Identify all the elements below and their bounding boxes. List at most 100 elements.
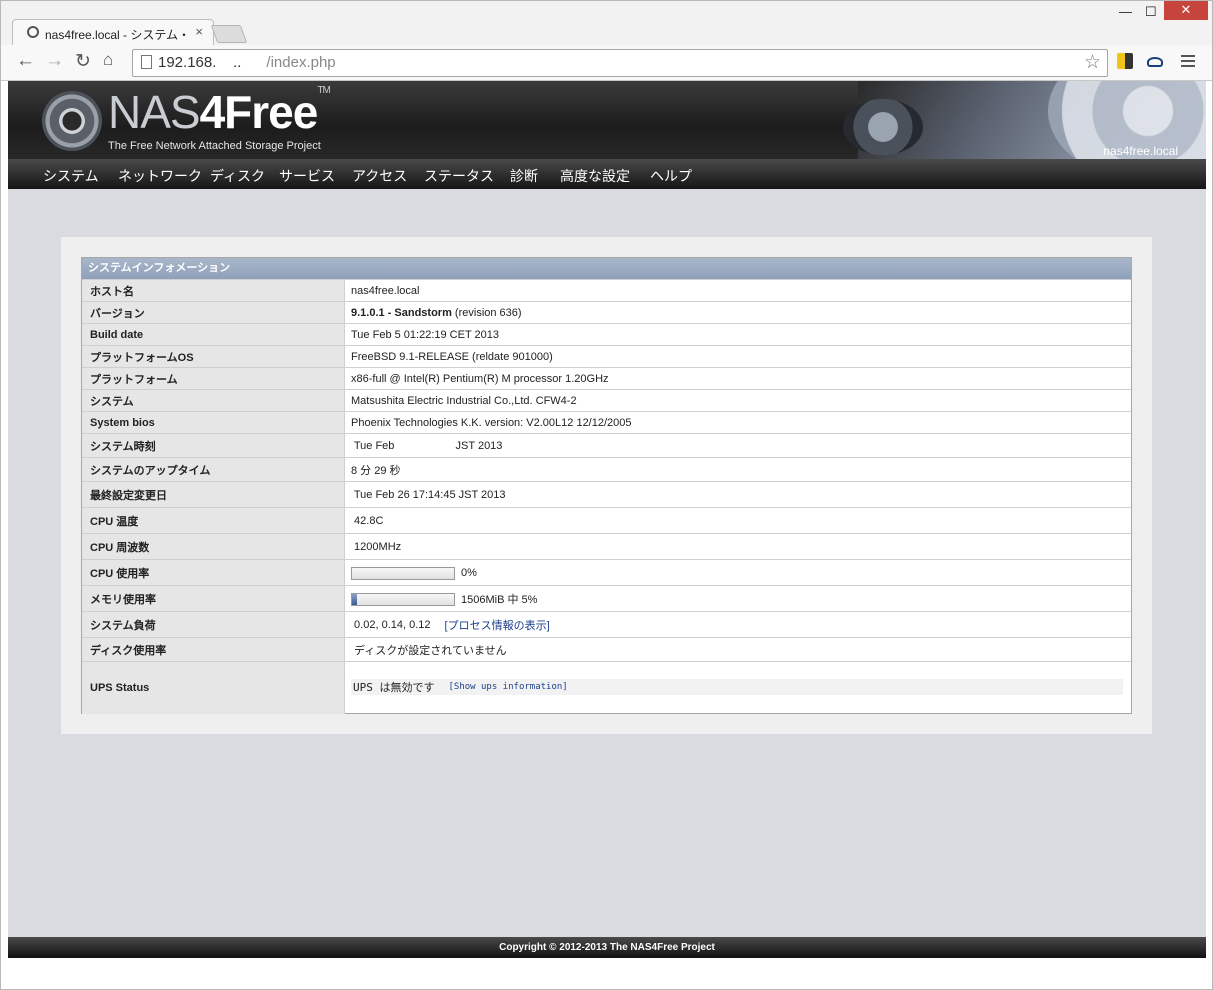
row-value: 0%: [344, 560, 1131, 586]
tab-title: nas4free.local - システム・: [45, 28, 191, 42]
row-label: バージョン: [82, 302, 344, 324]
nav-system[interactable]: システム: [43, 166, 99, 186]
row-label: プラットフォームOS: [82, 346, 344, 368]
header-hostname: nas4free.local: [1103, 144, 1178, 158]
hdd-arm-image: [843, 99, 923, 155]
row-label: ディスク使用率: [82, 638, 344, 662]
row-label: メモリ使用率: [82, 586, 344, 612]
table-row: ホスト名 nas4free.local: [82, 279, 1131, 302]
row-label: Build date: [82, 324, 344, 346]
row-label: プラットフォーム: [82, 368, 344, 390]
row-value: Phoenix Technologies K.K. version: V2.00…: [344, 412, 1131, 434]
menu-icon[interactable]: [1181, 55, 1195, 70]
row-value: 1506MiB 中 5%: [344, 586, 1131, 612]
bookmark-star-icon[interactable]: ☆: [1084, 51, 1101, 74]
cpu-usage-bar: [351, 566, 455, 580]
page-content: NAS4FreeTM The Free Network Attached Sto…: [8, 81, 1206, 958]
row-label: システム負荷: [82, 612, 344, 638]
site-footer: Copyright © 2012-2013 The NAS4Free Proje…: [8, 937, 1206, 958]
row-value: x86-full @ Intel(R) Pentium(R) M process…: [344, 368, 1131, 390]
process-info-link[interactable]: [プロセス情報の表示]: [445, 617, 550, 633]
table-row: メモリ使用率 1506MiB 中 5%: [82, 585, 1131, 612]
row-value: nas4free.local: [344, 280, 1131, 302]
system-load-text: 0.02, 0.14, 0.12: [351, 619, 431, 631]
row-value: Tue Feb 5 01:22:19 CET 2013: [344, 324, 1131, 346]
table-row: システム時刻 Tue Feb JST 2013: [82, 433, 1131, 458]
row-label: 最終設定変更日: [82, 482, 344, 508]
minimize-button[interactable]: —: [1119, 4, 1132, 19]
reload-icon[interactable]: ↻: [75, 50, 91, 73]
table-row: CPU 使用率 0%: [82, 559, 1131, 586]
nav-services[interactable]: サービス: [279, 166, 335, 186]
table-row: 最終設定変更日 Tue Feb 26 17:14:45 JST 2013: [82, 481, 1131, 508]
table-row: ディスク使用率 ディスクが設定されていません: [82, 637, 1131, 662]
row-value: Tue Feb 26 17:14:45 JST 2013: [344, 482, 1131, 508]
row-value: Tue Feb JST 2013: [344, 434, 1131, 458]
row-value: 8 分 29 秒: [344, 458, 1131, 482]
ups-status-text: UPS は無効です: [353, 681, 435, 694]
main-nav: システム ネットワーク ディスク サービス アクセス ステータス 診断 高度な設…: [8, 159, 1206, 189]
table-title: システムインフォメーション: [82, 258, 1131, 279]
row-value: 42.8C: [344, 508, 1131, 534]
system-info-table: システムインフォメーション ホスト名 nas4free.local バージョン …: [81, 257, 1132, 714]
url-path: /index.php: [241, 54, 336, 71]
forward-icon[interactable]: →: [45, 50, 64, 72]
row-value: Matsushita Electric Industrial Co.,Ltd. …: [344, 390, 1131, 412]
row-label: CPU 温度: [82, 508, 344, 534]
row-label: システム時刻: [82, 434, 344, 458]
ups-status-box: UPS は無効です [Show ups information]: [351, 679, 1123, 695]
table-row: システム負荷 0.02, 0.14, 0.12 [プロセス情報の表示]: [82, 611, 1131, 638]
row-label: System bios: [82, 412, 344, 434]
row-label: システム: [82, 390, 344, 412]
memory-usage-bar: [351, 592, 455, 606]
logo-text: NAS4FreeTM: [108, 85, 331, 138]
row-value: ディスクが設定されていません: [344, 638, 1131, 662]
table-row: Build date Tue Feb 5 01:22:19 CET 2013: [82, 323, 1131, 346]
table-row: CPU 周波数 1200MHz: [82, 533, 1131, 560]
memory-usage-fill: [352, 593, 358, 605]
nav-status[interactable]: ステータス: [424, 166, 494, 186]
tab-close-icon[interactable]: ×: [195, 24, 203, 39]
table-row: CPU 温度 42.8C: [82, 507, 1131, 534]
version-number: 9.1.0.1 - Sandstorm: [351, 307, 452, 319]
nas4free-logo-icon: [42, 91, 102, 151]
table-row: バージョン 9.1.0.1 - Sandstorm (revision 636): [82, 301, 1131, 324]
browser-tab[interactable]: nas4free.local - システム・ ×: [12, 19, 214, 46]
address-url[interactable]: 192.168. .. /index.php: [158, 54, 336, 71]
table-row: プラットフォームOS FreeBSD 9.1-RELEASE (reldate …: [82, 345, 1131, 368]
row-label: CPU 周波数: [82, 534, 344, 560]
show-ups-info-link[interactable]: [Show ups information]: [449, 682, 568, 692]
browser-toolbar: ← → ↻ ⌂ 192.168. .. /index.php ☆: [0, 45, 1213, 81]
url-host: 192.168. ..: [158, 54, 242, 71]
table-row: プラットフォーム x86-full @ Intel(R) Pentium(R) …: [82, 367, 1131, 390]
row-label: ホスト名: [82, 280, 344, 302]
home-icon[interactable]: ⌂: [103, 50, 113, 70]
row-label: システムのアップタイム: [82, 458, 344, 482]
nav-disks[interactable]: ディスク: [210, 166, 265, 186]
row-value: 9.1.0.1 - Sandstorm (revision 636): [344, 302, 1131, 324]
memory-usage-text: 1506MiB 中 5%: [461, 594, 538, 606]
extension-icon[interactable]: [1117, 53, 1133, 69]
nav-access[interactable]: アクセス: [352, 166, 407, 186]
row-value: FreeBSD 9.1-RELEASE (reldate 901000): [344, 346, 1131, 368]
address-bar[interactable]: 192.168. .. /index.php ☆: [132, 49, 1108, 77]
nav-network[interactable]: ネットワーク: [118, 166, 202, 186]
version-revision: (revision 636): [451, 307, 522, 319]
new-tab-button[interactable]: [210, 25, 248, 43]
cloud-icon[interactable]: [1147, 57, 1163, 67]
table-row: UPS Status UPS は無効です [Show ups informatio…: [82, 661, 1131, 714]
nav-diagnostics[interactable]: 診断: [510, 166, 538, 186]
maximize-button[interactable]: ☐: [1145, 4, 1157, 20]
table-row: システム Matsushita Electric Industrial Co.,…: [82, 389, 1131, 412]
logo-subtitle: The Free Network Attached Storage Projec…: [108, 140, 321, 152]
content-panel: システムインフォメーション ホスト名 nas4free.local バージョン …: [61, 237, 1152, 734]
row-label: UPS Status: [82, 662, 344, 714]
close-window-button[interactable]: ✕: [1164, 0, 1208, 20]
table-row: システムのアップタイム 8 分 29 秒: [82, 457, 1131, 482]
nav-help[interactable]: ヘルプ: [650, 166, 692, 186]
nav-advanced[interactable]: 高度な設定: [560, 166, 630, 186]
row-value: 0.02, 0.14, 0.12 [プロセス情報の表示]: [344, 612, 1131, 638]
back-icon[interactable]: ←: [16, 50, 35, 72]
cpu-usage-text: 0%: [461, 567, 477, 579]
row-value: 1200MHz: [344, 534, 1131, 560]
